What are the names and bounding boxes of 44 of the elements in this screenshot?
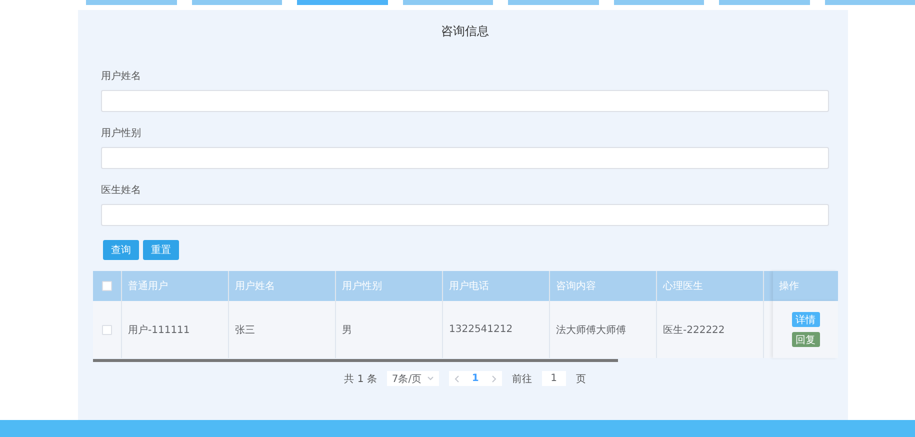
column-header: 用户姓名 bbox=[229, 271, 336, 301]
input-field[interactable] bbox=[101, 204, 829, 226]
table-cell: 用户-111111 bbox=[122, 301, 229, 358]
next-page-icon[interactable] bbox=[490, 374, 497, 382]
nav-tab[interactable] bbox=[297, 0, 388, 5]
column-header: 普通用户 bbox=[122, 271, 229, 301]
field-label: 医生姓名 bbox=[101, 184, 142, 195]
previous-page-icon[interactable] bbox=[454, 374, 460, 382]
checkbox[interactable] bbox=[102, 324, 112, 334]
column-header: 咨询内容 bbox=[550, 271, 657, 301]
page-suffix: 页 bbox=[576, 372, 586, 386]
checkbox[interactable] bbox=[102, 281, 112, 291]
action-button[interactable]: 查询 bbox=[103, 240, 139, 260]
page-size-select[interactable]: 7条/页 bbox=[386, 371, 439, 386]
nav-tab[interactable] bbox=[614, 0, 704, 5]
page-title: 咨询信息 bbox=[440, 23, 490, 40]
table-cell: 张三 bbox=[229, 301, 336, 358]
nav-tab[interactable] bbox=[402, 0, 493, 5]
nav-tab[interactable] bbox=[719, 0, 810, 5]
row-action-button[interactable]: 详情 bbox=[792, 312, 820, 327]
table-cell: 男 bbox=[336, 301, 443, 358]
goto-label: 前往 bbox=[512, 372, 532, 386]
field-label: 用户性别 bbox=[101, 126, 142, 138]
column-header: 用户性别 bbox=[336, 271, 443, 301]
nav-tab[interactable] bbox=[192, 0, 282, 5]
scrollbar[interactable] bbox=[93, 359, 618, 362]
column-header: 心理医生 bbox=[657, 271, 764, 301]
input-field[interactable] bbox=[101, 147, 829, 169]
field-label: 用户姓名 bbox=[101, 70, 142, 81]
input-field[interactable] bbox=[101, 90, 829, 112]
goto-page-field[interactable]: 1 bbox=[542, 371, 566, 386]
action-button[interactable]: 重置 bbox=[143, 240, 179, 260]
nav-tab[interactable] bbox=[86, 0, 176, 5]
column-header: 用户电话 bbox=[443, 271, 550, 301]
total-count: 共 1 条 bbox=[344, 372, 377, 386]
nav-tab[interactable] bbox=[824, 0, 915, 5]
caret-icon bbox=[426, 376, 434, 381]
row-action-button[interactable]: 回复 bbox=[792, 332, 820, 347]
table-cell: 1322541212 bbox=[443, 301, 550, 358]
page-number[interactable]: 1 bbox=[472, 373, 479, 384]
table-cell: 法大师傅大师傅 bbox=[550, 301, 657, 358]
table-cell: 医生-222222 bbox=[657, 301, 764, 358]
nav-tab[interactable] bbox=[508, 0, 598, 5]
column-header: 操作 bbox=[773, 271, 838, 301]
